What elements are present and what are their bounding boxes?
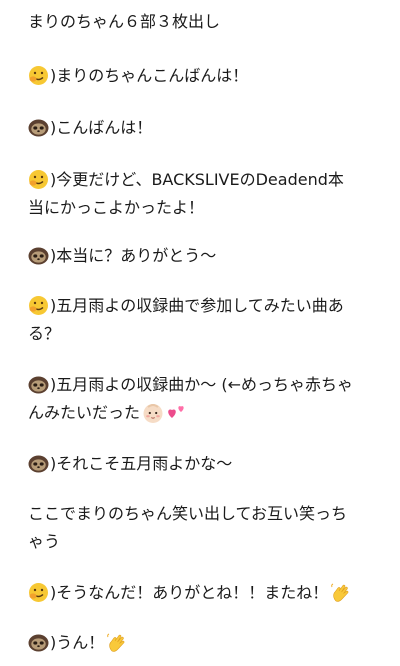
message-line: んみたいだった — [28, 397, 188, 428]
sloth-icon — [28, 245, 49, 266]
message-line: ) そうなんだ！ありがとね！！またね！ — [28, 577, 352, 608]
message-line: ) それこそ五月雨よかな〜 — [28, 448, 232, 479]
two-hearts-icon — [166, 402, 188, 424]
message-line: ) まりのちゃんこんばんは！ — [28, 60, 248, 91]
sloth-icon — [28, 117, 49, 138]
message-line: ) 本当に？ありがとう〜 — [28, 240, 216, 271]
message-line: ) 五月雨よの収録曲か〜 (←めっちゃ赤ちゃ — [28, 369, 353, 400]
baby-face-icon — [142, 402, 164, 424]
message-line: ) 五月雨よの収録曲で参加してみたい曲あ — [28, 290, 344, 321]
message-line: 当にかっこよかったよ！ — [28, 198, 205, 217]
smile-face-icon — [28, 65, 49, 86]
message-line: ) うん！ — [28, 627, 128, 658]
smile-face-icon — [28, 295, 49, 316]
sloth-icon — [28, 374, 49, 395]
message-line: ここでまりのちゃん笑い出してお互い笑っち — [28, 504, 348, 523]
smile-face-icon — [28, 169, 49, 190]
message-line: ) 今更だけど、BACKSLIVEのDeadend本 — [28, 164, 344, 195]
waving-hand-icon — [106, 632, 128, 654]
message-line: ゃう — [28, 532, 61, 551]
smile-face-icon — [28, 582, 49, 603]
sloth-icon — [28, 453, 49, 474]
message-line: る？ — [28, 324, 61, 343]
note-title: まりのちゃん６部３枚出し — [28, 12, 221, 31]
waving-hand-icon — [330, 582, 352, 604]
sloth-icon — [28, 632, 49, 653]
message-line: ) こんばんは！ — [28, 112, 152, 143]
